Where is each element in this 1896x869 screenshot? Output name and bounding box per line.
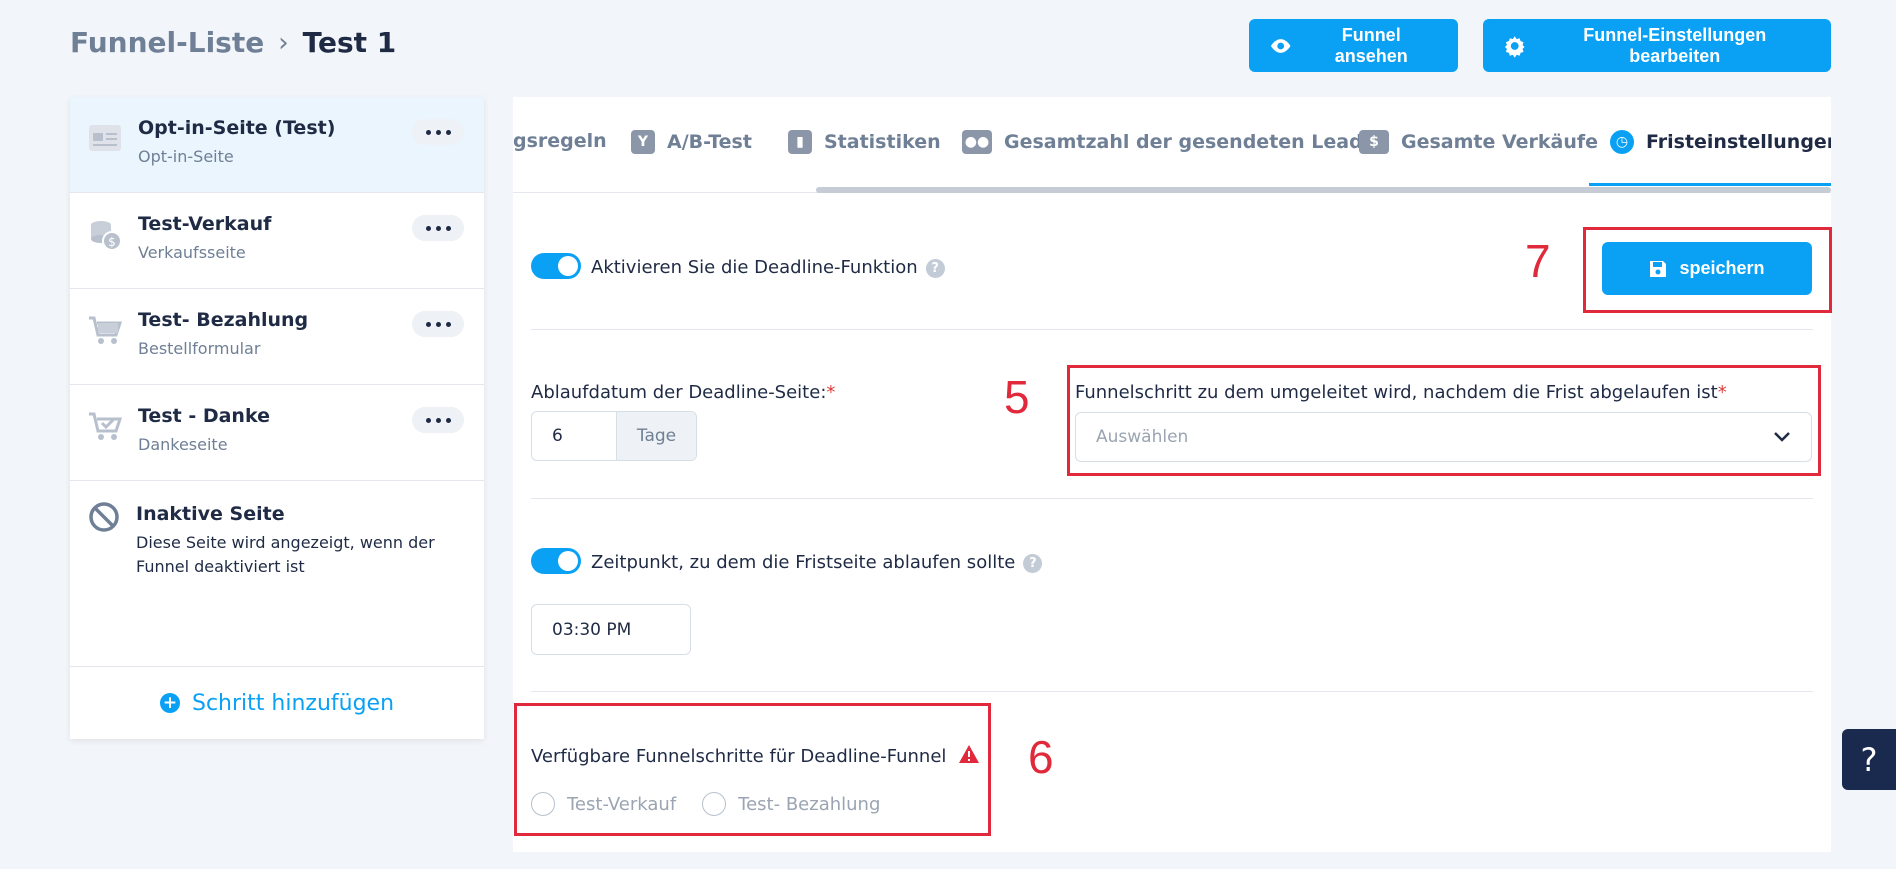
active-tab-indicator	[1589, 183, 1831, 186]
edit-settings-label: Funnel-Einstellungen bearbeiten	[1583, 24, 1767, 66]
sidebar-step-optin[interactable]: Opt-in-Seite (Test) Opt-in-Seite	[70, 97, 484, 193]
step-subtitle: Dankeseite	[138, 435, 228, 454]
split-icon: Y	[631, 130, 655, 154]
step-subtitle: Bestellformular	[138, 339, 261, 358]
deadline-toggle-label: Aktivieren Sie die Deadline-Funktion?	[591, 257, 945, 278]
sidebar-step-payment[interactable]: Test- Bezahlung Bestellformular	[70, 289, 484, 385]
svg-text:$: $	[108, 235, 116, 249]
annotation-number-6: 6	[1028, 731, 1054, 783]
breadcrumb-funnel-list[interactable]: Funnel-Liste	[70, 26, 264, 59]
tab-label: gsregeln	[513, 130, 607, 152]
tab-total-leads[interactable]: ●● Gesamtzahl der gesendeten Leads	[962, 130, 1374, 154]
step-subtitle: Verkaufsseite	[138, 243, 246, 262]
funnel-steps-sidebar: Opt-in-Seite (Test) Opt-in-Seite $ Test-…	[70, 97, 484, 739]
expiry-time-label: Zeitpunkt, zu dem die Fristseite ablaufe…	[591, 552, 1043, 573]
deadline-toggle[interactable]	[531, 253, 581, 279]
more-options-icon[interactable]	[412, 407, 464, 433]
plus-circle-icon: +	[159, 693, 180, 713]
expiry-time-input[interactable]: 03:30 PM	[531, 604, 691, 655]
tab-label: Gesamte Verkäufe	[1401, 131, 1599, 153]
divider	[531, 329, 1813, 330]
inactive-page-item[interactable]: Inaktive Seite Diese Seite wird angezeig…	[70, 481, 484, 665]
tab-ab-test[interactable]: Y A/B-Test	[631, 130, 752, 154]
expiry-label-text: Ablaufdatum der Deadline-Seite:	[531, 382, 827, 403]
annotation-number-5: 5	[1004, 371, 1030, 423]
ban-icon	[89, 502, 119, 532]
sidebar-step-thanks[interactable]: Test - Danke Dankeseite	[70, 385, 484, 481]
dollar-icon: $	[1359, 130, 1389, 154]
annotation-box-available-steps	[514, 703, 991, 836]
inactive-page-title: Inaktive Seite	[136, 503, 285, 525]
coins-icon: $	[91, 221, 122, 251]
eye-icon	[1270, 38, 1291, 53]
breadcrumb: Funnel-Liste › Test 1	[70, 26, 396, 59]
tab-label: Gesamtzahl der gesendeten Leads	[1004, 131, 1375, 153]
help-button[interactable]: ?	[1842, 729, 1896, 790]
expiry-time-toggle[interactable]	[531, 548, 581, 574]
help-icon[interactable]: ?	[925, 258, 945, 278]
help-icon[interactable]: ?	[1023, 553, 1043, 573]
tab-label: Statistiken	[824, 131, 941, 153]
add-step-button[interactable]: + Schritt hinzufügen	[70, 666, 484, 739]
more-options-icon[interactable]	[412, 119, 464, 145]
more-options-icon[interactable]	[412, 215, 464, 241]
add-step-label: Schritt hinzufügen	[191, 690, 395, 716]
expiry-days-value[interactable]: 6	[532, 412, 616, 460]
expiry-days-unit: Tage	[616, 412, 696, 460]
tabs-scrollbar[interactable]	[816, 187, 1831, 193]
gear-icon	[1504, 35, 1525, 58]
tab-label: Fristeinstellungen	[1646, 131, 1831, 153]
step-subtitle: Opt-in-Seite	[138, 147, 234, 166]
expiry-label: Ablaufdatum der Deadline-Seite:*	[531, 382, 835, 403]
tab-rules[interactable]: gsregeln	[513, 130, 607, 152]
bar-chart-icon: ▮	[788, 130, 812, 154]
deadline-toggle-text: Aktivieren Sie die Deadline-Funktion	[591, 257, 918, 278]
page-icon	[89, 125, 121, 151]
tab-bar: gsregeln Y A/B-Test ▮ Statistiken ●● Ges…	[513, 97, 1831, 193]
edit-funnel-settings-button[interactable]: Funnel-Einstellungen bearbeiten	[1483, 19, 1831, 72]
tab-total-sales[interactable]: $ Gesamte Verkäufe	[1359, 130, 1598, 154]
chevron-right-icon: ›	[278, 27, 289, 58]
view-funnel-button[interactable]: Funnel ansehen	[1249, 19, 1458, 72]
users-icon: ●●	[962, 130, 992, 154]
more-options-icon[interactable]	[412, 311, 464, 337]
cart-check-icon	[89, 412, 122, 440]
annotation-number-7: 7	[1525, 235, 1551, 287]
tab-statistics[interactable]: ▮ Statistiken	[788, 130, 941, 154]
annotation-box-redirect	[1067, 365, 1821, 476]
tab-label: A/B-Test	[667, 131, 752, 153]
divider	[531, 498, 1813, 499]
cart-icon	[89, 316, 122, 344]
required-mark: *	[826, 382, 836, 403]
tab-deadline-settings[interactable]: ◷ Fristeinstellungen	[1610, 130, 1831, 154]
clock-icon: ◷	[1610, 130, 1634, 154]
divider	[531, 691, 1813, 692]
annotation-box-save	[1583, 227, 1832, 313]
expiry-time-label-text: Zeitpunkt, zu dem die Fristseite ablaufe…	[591, 552, 1016, 573]
view-funnel-label: Funnel ansehen	[1334, 24, 1408, 66]
inactive-page-description: Diese Seite wird angezeigt, wenn der Fun…	[136, 533, 435, 576]
sidebar-step-sales[interactable]: $ Test-Verkauf Verkaufsseite	[70, 193, 484, 289]
page-title: Test 1	[302, 26, 397, 59]
expiry-days-input[interactable]: 6 Tage	[531, 411, 697, 461]
